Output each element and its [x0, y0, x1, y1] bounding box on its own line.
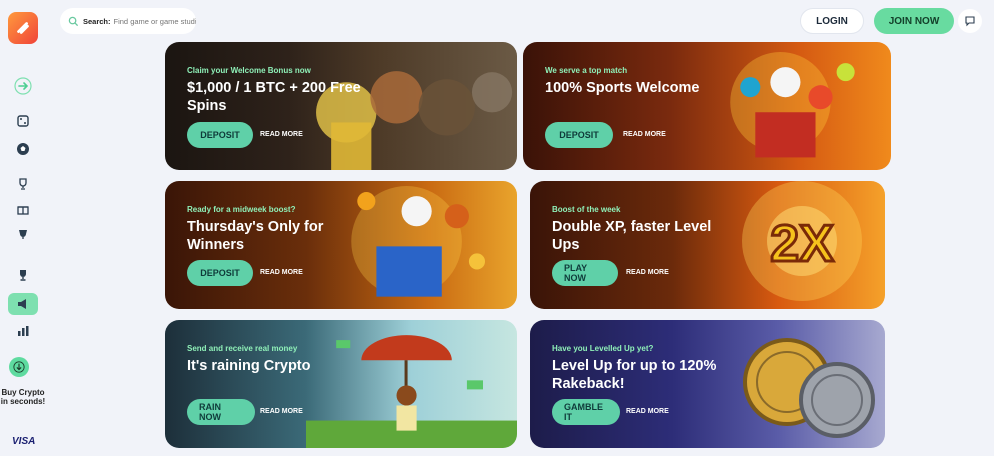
promo-title: 100% Sports Welcome: [545, 80, 700, 96]
search-input[interactable]: [113, 16, 196, 26]
search-label: Search:: [83, 16, 111, 26]
promo-title: $1,000 / 1 BTC + 200 Free Spins: [187, 80, 361, 114]
join-now-button[interactable]: JOIN NOW: [874, 8, 954, 34]
logo-icon: [17, 22, 29, 34]
promo-title: Level Up for up to 120% Rakeback!: [552, 358, 717, 392]
deposit-button[interactable]: DEPOSIT: [187, 122, 253, 148]
search-bar[interactable]: Search:: [60, 8, 196, 34]
promo-card-sports-welcome[interactable]: We serve a top match 100% Sports Welcome…: [523, 42, 891, 170]
visa-logo: VISA: [12, 436, 36, 447]
read-more-link[interactable]: READ MORE: [626, 408, 669, 415]
promo-card-level-up[interactable]: Have you Levelled Up yet? Level Up for u…: [530, 320, 885, 448]
promo-title: Double XP, faster Level Ups: [552, 219, 712, 253]
stats-icon[interactable]: [11, 322, 35, 340]
search-icon: [68, 16, 79, 26]
buy-crypto-button[interactable]: [9, 357, 29, 377]
chat-button[interactable]: [958, 9, 982, 33]
buy-crypto-text[interactable]: Buy Crypto in seconds!: [0, 388, 46, 406]
promo-card-crypto-rain[interactable]: Send and receive real money It's raining…: [165, 320, 517, 448]
brand-logo[interactable]: [8, 12, 38, 44]
casino-icon[interactable]: [11, 112, 35, 130]
promo-art-sports-box: [730, 52, 855, 158]
promo-card-double-xp[interactable]: 2X Boost of the week Double XP, faster L…: [530, 181, 885, 309]
promo-kicker: Have you Levelled Up yet?: [552, 344, 654, 353]
collapse-icon[interactable]: [13, 77, 33, 95]
sports-ball-icon[interactable]: [11, 140, 35, 158]
deposit-button[interactable]: DEPOSIT: [545, 122, 613, 148]
promo-card-welcome-bonus[interactable]: Claim your Welcome Bonus now $1,000 / 1 …: [165, 42, 517, 170]
promo-kicker: Boost of the week: [552, 205, 621, 214]
gamble-it-button[interactable]: GAMBLE IT: [552, 399, 620, 425]
promo-title: Thursday's Only for Winners: [187, 219, 324, 253]
read-more-link[interactable]: READ MORE: [260, 408, 303, 415]
chat-icon: [965, 16, 975, 27]
promotions-icon[interactable]: [8, 293, 38, 315]
promo-title: It's raining Crypto: [187, 358, 311, 374]
read-more-link[interactable]: READ MORE: [623, 131, 666, 138]
boost-badge-text: 2X: [770, 215, 834, 273]
cup-icon[interactable]: [11, 225, 35, 243]
play-now-button[interactable]: PLAY NOW: [552, 260, 618, 286]
deposit-button[interactable]: DEPOSIT: [187, 260, 253, 286]
read-more-link[interactable]: READ MORE: [626, 269, 669, 276]
read-more-link[interactable]: READ MORE: [260, 269, 303, 276]
promo-kicker: Claim your Welcome Bonus now: [187, 66, 311, 75]
promo-kicker: Ready for a midweek boost?: [187, 205, 296, 214]
trophy-icon[interactable]: [11, 175, 35, 193]
promo-kicker: We serve a top match: [545, 66, 628, 75]
gift-icon[interactable]: [11, 200, 35, 218]
rain-now-button[interactable]: RAIN NOW: [187, 399, 255, 425]
leaderboard-trophy-icon[interactable]: [11, 266, 35, 284]
read-more-link[interactable]: READ MORE: [260, 131, 303, 138]
promo-kicker: Send and receive real money: [187, 344, 298, 353]
sidebar: Buy Crypto in seconds! VISA: [0, 0, 46, 456]
download-arrow-icon: [13, 361, 25, 373]
promo-card-thursday[interactable]: Ready for a midweek boost? Thursday's On…: [165, 181, 517, 309]
promo-art-umbrella-girl: [305, 335, 517, 448]
login-button[interactable]: LOGIN: [800, 8, 864, 34]
